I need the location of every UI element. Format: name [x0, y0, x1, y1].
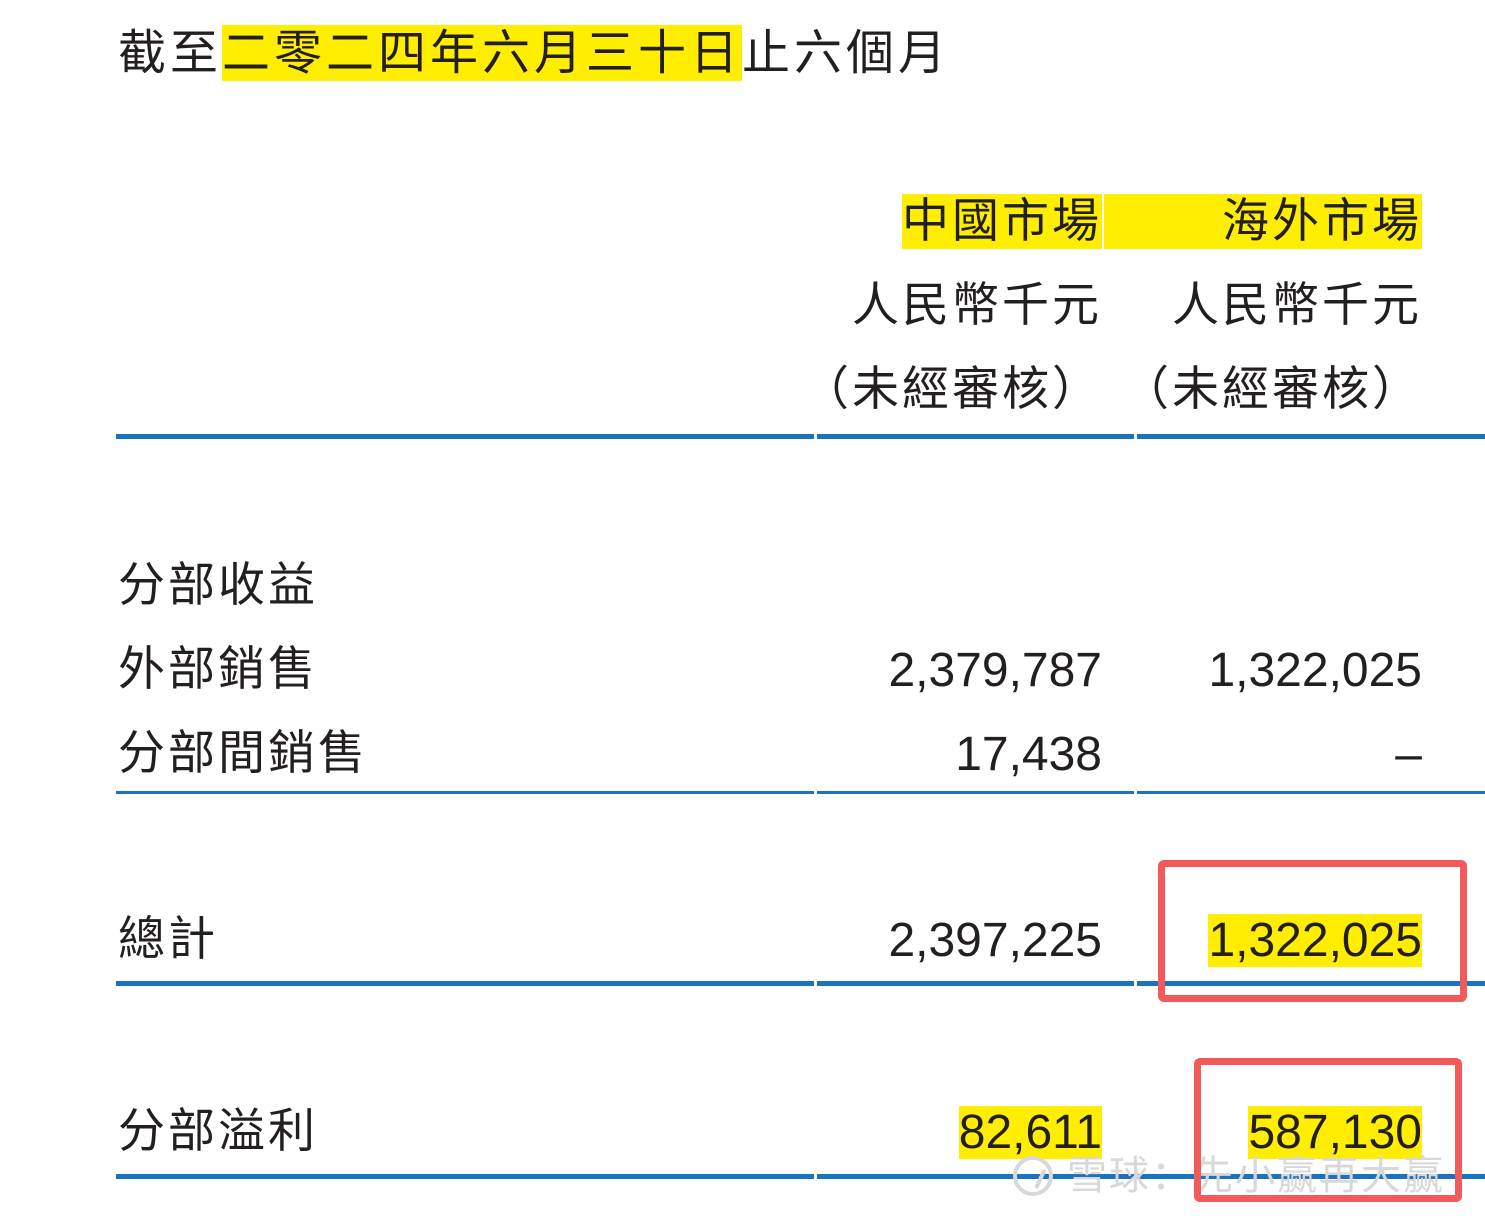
cell-value: –	[1395, 728, 1422, 781]
row-label: 外部銷售	[118, 642, 318, 697]
profit-label: 分部溢利	[118, 1104, 318, 1159]
column-market-label: 中國市場	[902, 194, 1102, 249]
column-header-overseas: 海外市場	[1104, 194, 1422, 250]
column-market-label: 海外市場	[1104, 194, 1422, 249]
rule-gap	[814, 434, 817, 439]
rule-gap	[814, 981, 817, 986]
row-label: 分部間銷售	[118, 726, 368, 781]
snowball-logo-icon	[1013, 1156, 1053, 1196]
period-prefix: 截至	[118, 25, 223, 81]
subtotal-rule	[116, 791, 1485, 794]
total-label: 總計	[118, 912, 218, 967]
rule-gap	[814, 791, 817, 794]
rule-gap	[1134, 791, 1137, 794]
column-audit-note: （未經審核）	[802, 362, 1102, 417]
cell-value: 17,438	[955, 728, 1102, 781]
rule-gap	[814, 1174, 817, 1179]
column-currency: 人民幣千元	[1172, 278, 1422, 333]
column-header-china: 中國市場	[902, 194, 1102, 250]
annotation-box	[1158, 860, 1467, 1002]
header-rule	[116, 434, 1485, 439]
cell-value: 1,322,025	[1208, 644, 1422, 697]
rule-gap	[1134, 981, 1137, 986]
column-audit-note: （未經審核）	[1122, 362, 1422, 417]
total-value: 2,397,225	[888, 914, 1102, 967]
column-currency: 人民幣千元	[852, 278, 1102, 333]
annotation-box	[1194, 1058, 1462, 1202]
cell-value: 2,379,787	[888, 644, 1102, 697]
section-heading: 分部收益	[118, 558, 318, 613]
period-suffix: 止六個月	[742, 25, 951, 81]
rule-gap	[1134, 434, 1137, 439]
period-date: 二零二四年六月三十日	[222, 25, 743, 81]
period-heading: 截至二零二四年六月三十日止六個月	[118, 22, 950, 84]
